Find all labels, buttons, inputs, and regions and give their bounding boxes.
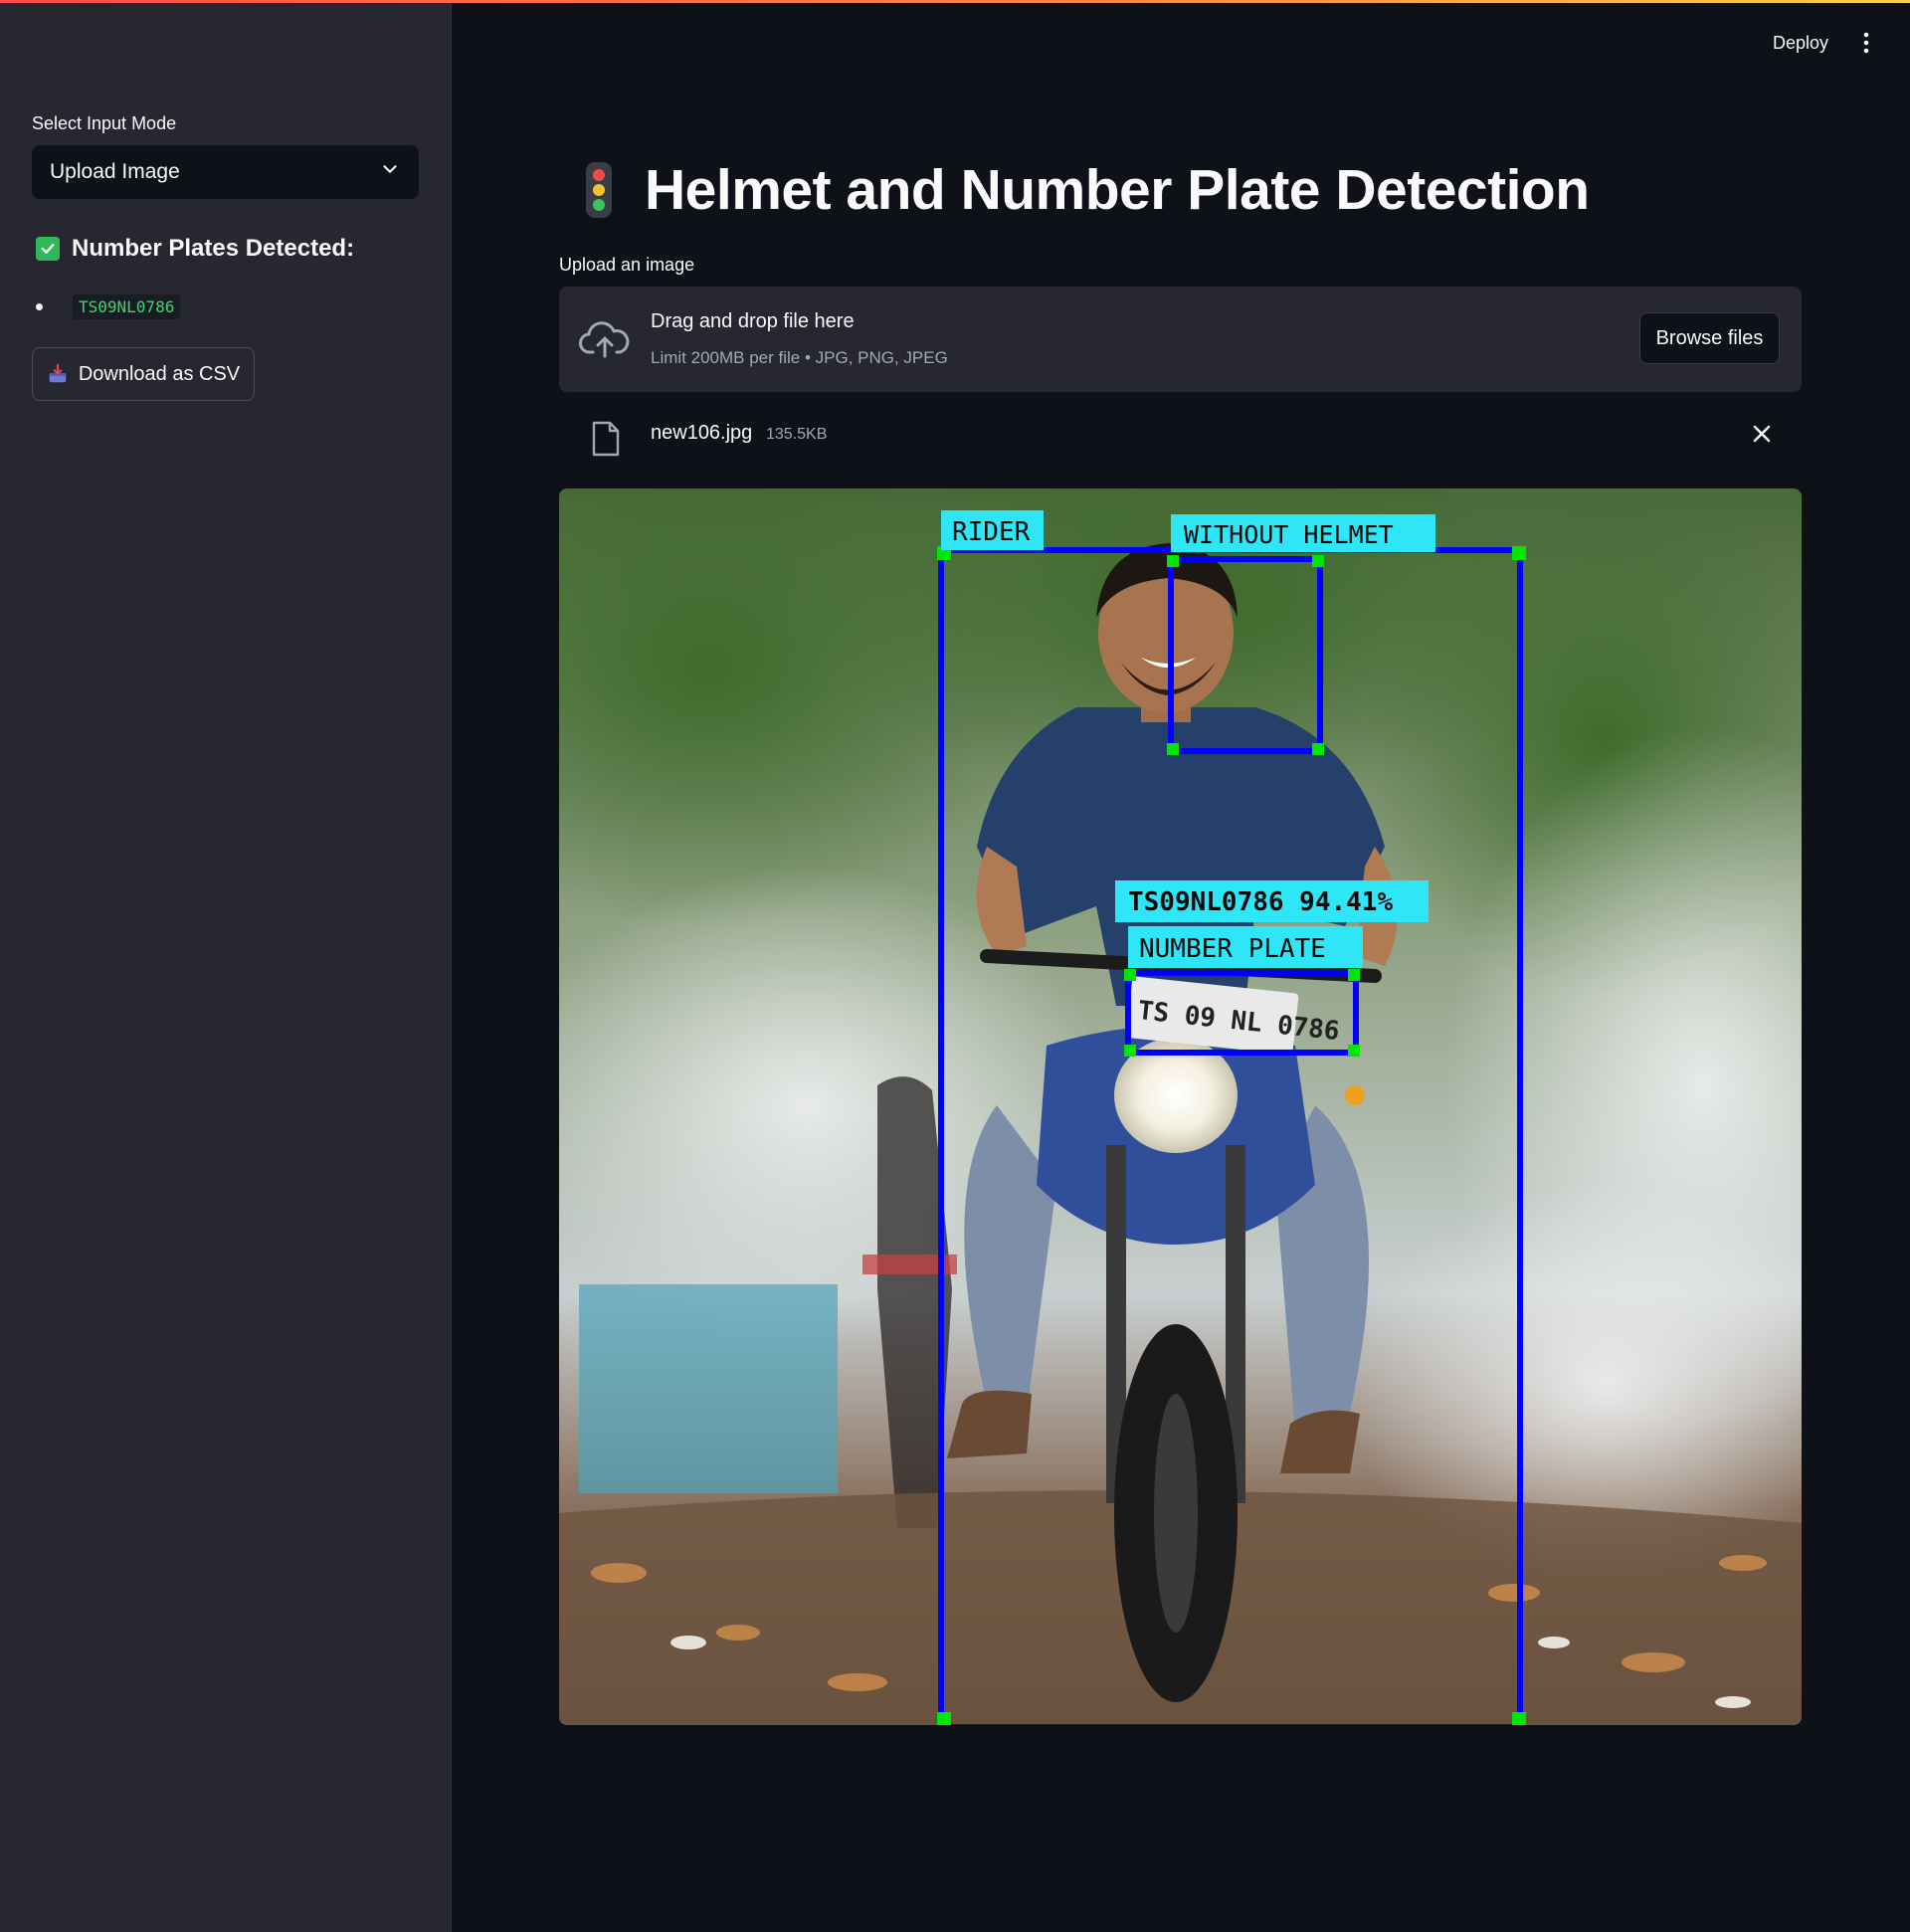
input-mode-select[interactable]: Upload Image	[32, 145, 419, 199]
plates-detected-text: Number Plates Detected:	[72, 235, 355, 262]
browse-files-button[interactable]: Browse files	[1639, 312, 1780, 364]
download-csv-label: Download as CSV	[78, 362, 241, 385]
plate-list-item: TS09NL0786	[36, 294, 181, 319]
list-bullet	[36, 303, 43, 310]
close-icon[interactable]	[1752, 424, 1772, 449]
without-helmet-label: WITHOUT HELMET	[1184, 520, 1394, 549]
upload-label: Upload an image	[559, 255, 695, 275]
dropzone-title: Drag and drop file here	[651, 310, 855, 332]
detection-result-image: TS 09 NL 0786 RIDER WITHOUT HELMET TS09N…	[559, 488, 1802, 1725]
uploaded-file-row: new106.jpg 135.5KB	[559, 412, 1802, 468]
sidebar: Select Input Mode Upload Image Number Pl…	[0, 0, 452, 1932]
inbox-tray-icon	[47, 363, 69, 385]
rider-label: RIDER	[952, 517, 1031, 547]
input-mode-label: Select Input Mode	[32, 113, 177, 133]
traffic-light-icon	[579, 160, 619, 220]
file-icon	[591, 420, 621, 463]
check-box-icon	[36, 237, 60, 261]
file-size: 135.5KB	[766, 426, 828, 443]
input-mode-value: Upload Image	[50, 160, 180, 183]
vertical-dots-icon[interactable]	[1862, 32, 1870, 54]
plate-code: TS09NL0786	[73, 294, 181, 319]
dropzone-subtitle: Limit 200MB per file • JPG, PNG, JPEG	[651, 348, 948, 367]
file-name: new106.jpg	[651, 422, 753, 444]
header-actions: Deploy	[1773, 32, 1870, 54]
plates-detected-header: Number Plates Detected:	[36, 235, 354, 263]
file-dropzone[interactable]: Drag and drop file here Limit 200MB per …	[559, 287, 1802, 392]
download-csv-button[interactable]: Download as CSV	[32, 347, 255, 401]
cloud-upload-icon	[579, 320, 631, 365]
number-plate-label: NUMBER PLATE	[1139, 934, 1326, 964]
page-title-text: Helmet and Number Plate Detection	[645, 158, 1590, 222]
top-decoration-stripe	[0, 0, 1910, 3]
deploy-button[interactable]: Deploy	[1773, 33, 1828, 54]
plate-reading-label: TS09NL0786 94.41%	[1128, 887, 1393, 917]
page-title: Helmet and Number Plate Detection	[579, 157, 1590, 223]
chevron-down-icon	[379, 158, 401, 186]
